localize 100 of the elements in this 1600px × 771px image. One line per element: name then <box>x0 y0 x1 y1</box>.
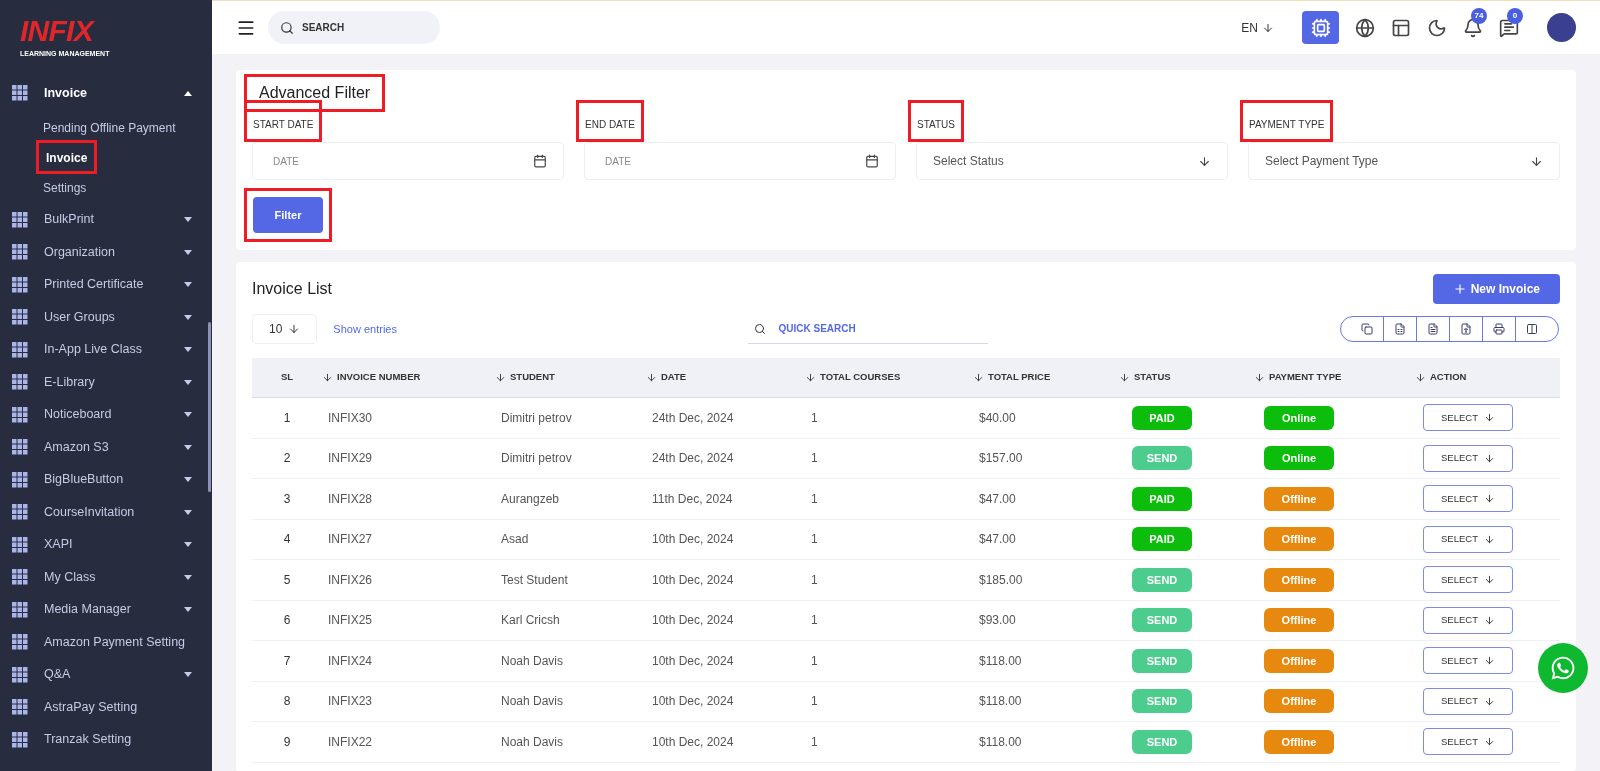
grid-icon <box>12 471 28 488</box>
search-field[interactable]: SEARCH <box>268 11 440 44</box>
select-button[interactable]: SELECT <box>1423 687 1513 715</box>
spreadsheet-icon[interactable] <box>1394 323 1406 335</box>
table-cell-text: INFIX28 <box>327 490 373 508</box>
copy-icon[interactable] <box>1361 323 1373 335</box>
select-button[interactable]: SELECT <box>1423 525 1513 553</box>
caret-down-icon <box>184 672 192 678</box>
message-count: 0 <box>1507 7 1523 24</box>
sidebar-item[interactable]: Amazon Payment Setting <box>0 626 205 659</box>
grid-icon <box>12 309 28 326</box>
date-field[interactable]: DATE <box>584 142 896 180</box>
avatar[interactable] <box>1547 13 1576 42</box>
table-cell-text: INFIX30 <box>327 409 373 427</box>
table-cell-text: $118.00 <box>978 733 1023 751</box>
sidebar-item[interactable]: Organization <box>0 236 205 269</box>
layout-icon[interactable] <box>1391 17 1411 38</box>
column-header[interactable]: INVOICE NUMBER <box>322 370 495 385</box>
arrow-down-icon <box>1484 412 1495 424</box>
sidebar-item[interactable]: Tranzak Setting <box>0 723 205 756</box>
table-cell-text: Noah Davis <box>500 652 565 670</box>
select-field[interactable]: Select Status <box>916 142 1228 180</box>
submenu-item[interactable]: Invoice <box>46 150 88 165</box>
table-cell-text: 1 <box>810 693 819 711</box>
grid-icon <box>12 699 28 716</box>
table-cell-text: 1 <box>810 450 819 468</box>
sidebar-item[interactable]: My Class <box>0 561 205 594</box>
table-cell-text: 1 <box>282 409 292 427</box>
select-button[interactable]: SELECT <box>1423 606 1513 634</box>
sort-arrow-icon <box>973 372 984 383</box>
sidebar-item[interactable]: Q&A <box>0 658 205 691</box>
calendar-icon <box>533 154 547 168</box>
column-header[interactable]: PAYMENT TYPE <box>1254 370 1415 385</box>
payment-badge: Offline <box>1264 567 1334 592</box>
entries-select[interactable]: 10 <box>252 314 318 344</box>
arrow-down-icon <box>1262 21 1274 34</box>
document-icon[interactable] <box>1427 323 1439 335</box>
select-field[interactable]: Select Payment Type <box>1248 142 1560 180</box>
caret-down-icon <box>184 509 192 515</box>
column-header[interactable]: STATUS <box>1119 370 1254 385</box>
language-selector[interactable]: EN <box>1241 18 1274 37</box>
caret-down-icon <box>184 444 192 450</box>
select-button[interactable]: SELECT <box>1423 566 1513 594</box>
filter-button[interactable]: Filter <box>253 197 323 233</box>
submenu-item[interactable]: Settings <box>43 180 87 195</box>
arrow-down-icon <box>1530 154 1543 168</box>
sidebar-item[interactable]: Invoice <box>0 77 205 110</box>
ai-chip-button[interactable] <box>1302 11 1339 44</box>
table-cell-text: 10th Dec, 2024 <box>651 733 735 751</box>
bell-icon[interactable] <box>1463 17 1483 38</box>
globe-icon[interactable] <box>1355 17 1375 38</box>
column-header[interactable]: ACTION <box>1415 370 1562 385</box>
select-button[interactable]: SELECT <box>1423 404 1513 432</box>
sidebar-item[interactable]: BigBlueButton <box>0 463 205 496</box>
quick-search-field[interactable]: QUICK SEARCH <box>748 314 989 344</box>
column-header[interactable]: TOTAL COURSES <box>805 370 973 385</box>
grid-icon <box>12 439 28 456</box>
sidebar-item[interactable]: AstraPay Setting <box>0 691 205 724</box>
moon-icon[interactable] <box>1427 17 1447 38</box>
pdf-file-icon[interactable] <box>1460 323 1472 335</box>
select-button[interactable]: SELECT <box>1423 485 1513 513</box>
scrollbar-thumb[interactable] <box>208 322 211 492</box>
caret-down-icon <box>184 412 192 418</box>
sidebar-item[interactable]: Amazon S3 <box>0 431 205 464</box>
table-cell-text: Dimitri petrov <box>500 409 573 427</box>
table-cell-text: 5 <box>282 571 292 589</box>
sidebar-item[interactable]: E-Library <box>0 366 205 399</box>
sidebar-item[interactable]: Media Manager <box>0 593 205 626</box>
table-cell-text: 3 <box>282 490 292 508</box>
sidebar-item[interactable]: Noticeboard <box>0 398 205 431</box>
select-button[interactable]: SELECT <box>1423 728 1513 756</box>
sidebar-item[interactable]: XAPI <box>0 528 205 561</box>
select-button[interactable]: SELECT <box>1423 444 1513 472</box>
caret-down-icon <box>184 314 192 320</box>
table-cell-text: 2 <box>282 450 292 468</box>
sidebar-item[interactable]: Printed Certificate <box>0 268 205 301</box>
sidebar-item[interactable]: CourseInvitation <box>0 496 205 529</box>
date-field[interactable]: DATE <box>252 142 564 180</box>
logo-text: INFIX <box>20 16 96 46</box>
sidebar-item[interactable]: User Groups <box>0 301 205 334</box>
print-icon[interactable] <box>1493 323 1505 335</box>
grid-icon <box>12 569 28 586</box>
chip-icon <box>1310 17 1331 38</box>
caret-down-icon <box>184 249 192 255</box>
new-invoice-button[interactable]: New Invoice <box>1432 274 1560 304</box>
columns-icon[interactable] <box>1526 323 1538 335</box>
sidebar-item[interactable]: BulkPrint <box>0 203 205 236</box>
grid-icon <box>12 601 28 618</box>
submenu-item[interactable]: Pending Offline Payment <box>43 120 176 135</box>
sidebar-item[interactable]: In-App Live Class <box>0 333 205 366</box>
status-badge: SEND <box>1132 567 1192 592</box>
column-header[interactable]: TOTAL PRICE <box>973 370 1119 385</box>
chat-icon[interactable] <box>1499 17 1519 38</box>
column-header[interactable]: STUDENT <box>495 370 646 385</box>
column-header[interactable]: SL <box>252 370 322 385</box>
caret-down-icon <box>184 217 192 223</box>
grid-icon <box>12 666 28 683</box>
select-button[interactable]: SELECT <box>1423 647 1513 675</box>
table-cell-text: $40.00 <box>978 409 1017 427</box>
column-header[interactable]: DATE <box>646 370 805 385</box>
